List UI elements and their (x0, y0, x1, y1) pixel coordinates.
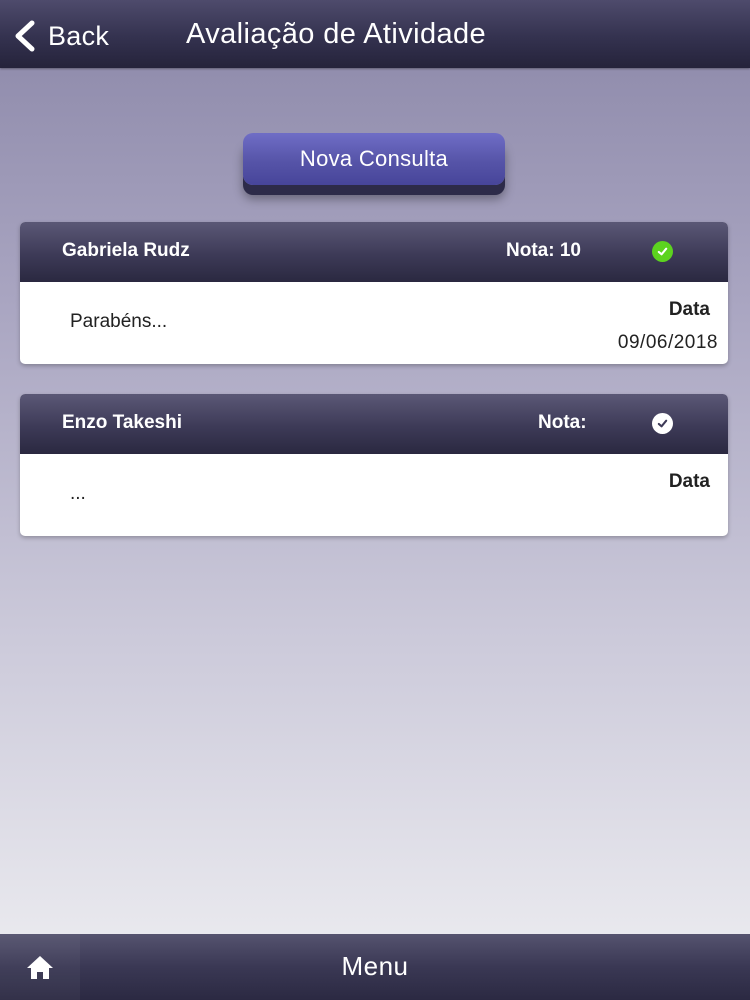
nota-label: Nota: (538, 412, 587, 433)
back-label: Back (48, 20, 110, 51)
student-name: Gabriela Rudz (62, 240, 190, 261)
card-date: 09/06/2018 (617, 332, 718, 353)
chevron-left-icon (15, 20, 35, 52)
evaluation-card[interactable]: Enzo Takeshi Nota: ... Data (20, 394, 728, 536)
data-label: Data (668, 299, 710, 320)
student-name: Enzo Takeshi (62, 412, 183, 433)
back-button[interactable]: Back (12, 16, 109, 56)
nova-consulta-button[interactable]: Nova Consulta (243, 133, 505, 185)
check-circle-icon (652, 413, 673, 434)
menu-button[interactable]: Menu (0, 934, 750, 998)
card-message: ... (70, 483, 86, 504)
evaluation-card[interactable]: Gabriela Rudz Nota: 10 Parabéns... Data … (20, 222, 728, 364)
top-header: Back Avaliação de Atividade (0, 0, 750, 68)
page-title: Avaliação de Atividade (186, 18, 487, 50)
card-body: ... Data (20, 454, 728, 536)
data-label: Data (668, 471, 710, 492)
home-icon (27, 956, 53, 979)
card-body: Parabéns... Data 09/06/2018 (20, 282, 728, 364)
card-message: Parabéns... (70, 311, 168, 332)
card-header: Gabriela Rudz Nota: 10 (20, 222, 728, 282)
bottom-footer: Menu (0, 934, 750, 1000)
check-circle-icon (652, 241, 673, 262)
card-header: Enzo Takeshi Nota: (20, 394, 728, 454)
nota-label: Nota: 10 (506, 240, 581, 261)
home-button[interactable] (0, 934, 80, 1000)
